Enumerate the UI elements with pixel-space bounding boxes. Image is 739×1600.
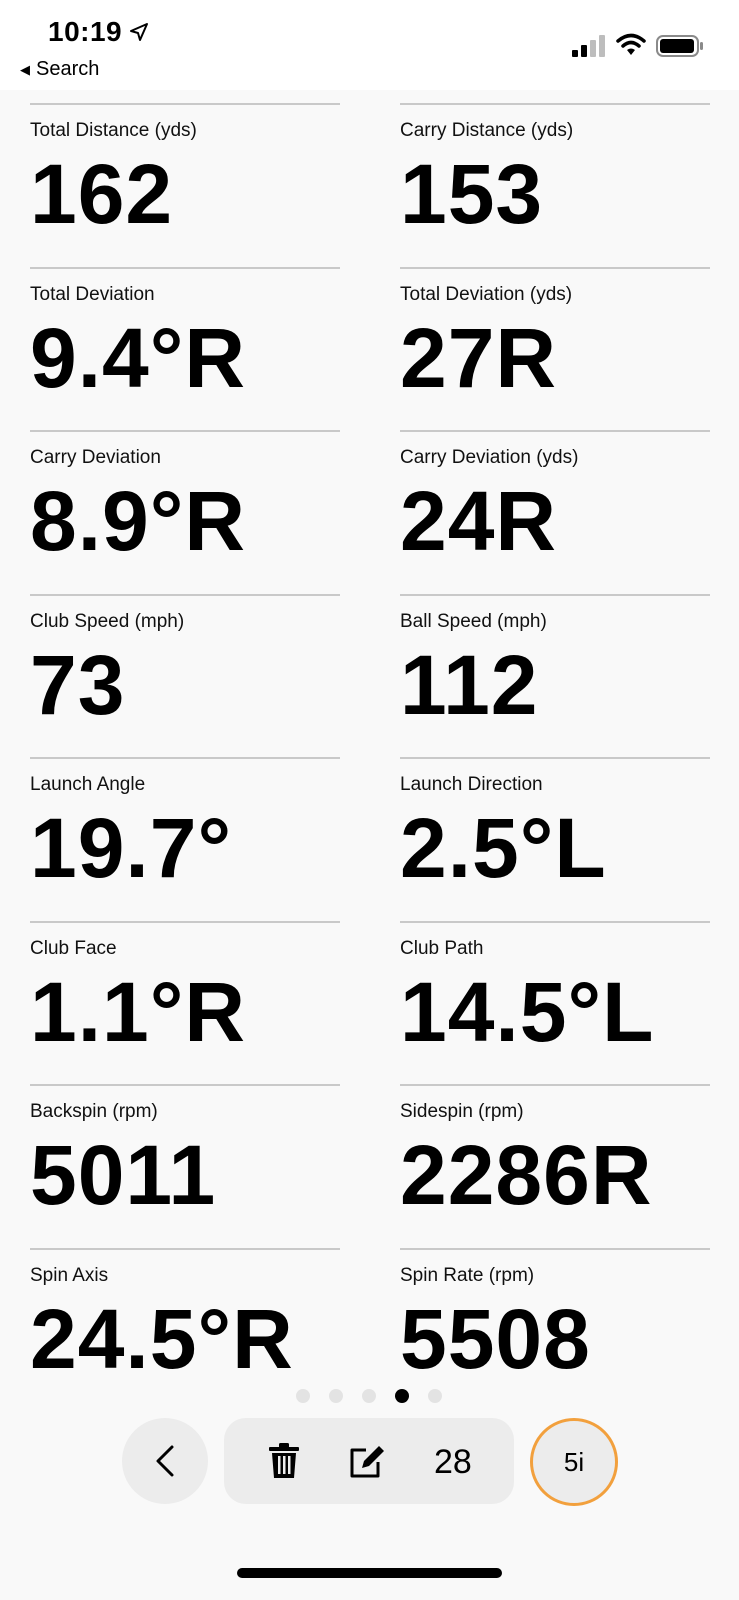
metric-sidespin: Sidespin (rpm) 2286R	[400, 1084, 710, 1248]
metric-club-speed: Club Speed (mph) 73	[30, 593, 340, 758]
metric-club-face: Club Face 1.1°R	[30, 920, 340, 1085]
battery-icon	[656, 35, 703, 57]
status-time: 10:19	[48, 16, 123, 47]
metric-label: Club Speed (mph)	[30, 610, 185, 632]
metric-value: 2.5°L	[400, 801, 607, 895]
metrics-row: Total Distance (yds) 162 Carry Distance …	[30, 103, 710, 267]
metrics-row: Carry Deviation 8.9°R Carry Deviation (y…	[30, 430, 710, 594]
metric-value: 24R	[400, 474, 558, 568]
metric-label: Total Deviation	[30, 283, 155, 305]
metric-label: Carry Distance (yds)	[400, 120, 574, 141]
metric-label: Club Path	[400, 937, 484, 959]
metric-spin-rate: Spin Rate (rpm) 5508	[400, 1247, 710, 1412]
metric-label: Sidespin (rpm)	[400, 1101, 524, 1122]
metric-carry-deviation-yds: Carry Deviation (yds) 24R	[400, 430, 710, 594]
metric-label: Total Deviation (yds)	[400, 283, 573, 305]
metric-value: 5011	[30, 1128, 217, 1222]
wifi-icon	[616, 33, 646, 55]
metric-value: 19.7°	[30, 801, 233, 895]
back-search-label: Search	[36, 58, 100, 80]
metrics-row: Launch Angle 19.7° Launch Direction 2.5°…	[30, 757, 710, 921]
metric-value: 112	[400, 637, 539, 732]
metric-value: 1.1°R	[30, 964, 247, 1059]
trash-icon[interactable]	[268, 1442, 300, 1480]
page-dot[interactable]	[296, 1389, 310, 1403]
metric-launch-angle: Launch Angle 19.7°	[30, 757, 340, 921]
metric-value: 73	[30, 637, 126, 732]
metric-value: 8.9°R	[30, 474, 247, 568]
cellular-signal-icon	[572, 35, 605, 57]
metric-value: 27R	[400, 310, 558, 405]
metric-total-deviation-yds: Total Deviation (yds) 27R	[400, 266, 710, 431]
shot-count: 28	[434, 1443, 472, 1481]
chevron-left-icon	[156, 1445, 174, 1477]
location-arrow-icon	[130, 23, 148, 41]
metric-carry-deviation: Carry Deviation 8.9°R	[30, 430, 340, 594]
metric-total-distance: Total Distance (yds) 162	[30, 103, 340, 267]
metric-label: Ball Speed (mph)	[400, 610, 547, 632]
metric-value: 2286R	[400, 1128, 653, 1222]
metric-club-path: Club Path 14.5°L	[400, 920, 710, 1085]
metric-label: Club Face	[30, 937, 117, 959]
metric-value: 162	[30, 147, 174, 241]
home-indicator[interactable]	[237, 1568, 502, 1578]
metric-carry-distance: Carry Distance (yds) 153	[400, 103, 710, 267]
metrics-row: Club Face 1.1°R Club Path 14.5°L	[30, 920, 710, 1085]
metric-label: Launch Direction	[400, 774, 543, 795]
edit-icon[interactable]	[348, 1442, 386, 1480]
metric-ball-speed: Ball Speed (mph) 112	[400, 593, 710, 758]
metric-label: Launch Angle	[30, 774, 146, 795]
metrics-row: Backspin (rpm) 5011 Sidespin (rpm) 2286R	[30, 1084, 710, 1248]
status-bar: 10:19 ◀ Search	[0, 0, 739, 90]
metric-backspin: Backspin (rpm) 5011	[30, 1084, 340, 1248]
metric-label: Total Distance (yds)	[30, 120, 197, 141]
metric-launch-direction: Launch Direction 2.5°L	[400, 757, 710, 921]
metric-spin-axis: Spin Axis 24.5°R	[30, 1247, 340, 1412]
metric-value: 9.4°R	[30, 310, 247, 405]
metric-value: 24.5°R	[30, 1291, 294, 1386]
metrics-row: Spin Axis 24.5°R Spin Rate (rpm) 5508	[30, 1247, 710, 1412]
shot-actions-toolbar: 28	[224, 1418, 514, 1504]
page-dot[interactable]	[329, 1389, 343, 1403]
metrics-row: Club Speed (mph) 73 Ball Speed (mph) 112	[30, 593, 710, 758]
metric-label: Backspin (rpm)	[30, 1101, 158, 1122]
club-selector-button[interactable]: 5i	[530, 1418, 618, 1506]
page-dot[interactable]	[362, 1389, 376, 1403]
page-indicator[interactable]	[296, 1389, 442, 1403]
page-dot[interactable]	[395, 1389, 409, 1403]
back-triangle-icon: ◀	[20, 61, 30, 77]
metric-value: 153	[400, 147, 544, 241]
metric-label: Carry Deviation (yds)	[400, 447, 579, 468]
back-to-search-link[interactable]: ◀ Search	[20, 58, 99, 81]
metric-label: Carry Deviation	[30, 447, 161, 468]
metric-label: Spin Axis	[30, 1264, 109, 1286]
metric-value: 14.5°L	[400, 964, 655, 1059]
metric-value: 5508	[400, 1291, 591, 1386]
metrics-row: Total Deviation 9.4°R Total Deviation (y…	[30, 266, 710, 431]
page-dot[interactable]	[428, 1389, 442, 1403]
previous-shot-button[interactable]	[122, 1418, 208, 1504]
metric-total-deviation: Total Deviation 9.4°R	[30, 266, 340, 431]
metric-label: Spin Rate (rpm)	[400, 1264, 535, 1286]
shot-metrics-grid: Total Distance (yds) 162 Carry Distance …	[30, 103, 710, 1411]
